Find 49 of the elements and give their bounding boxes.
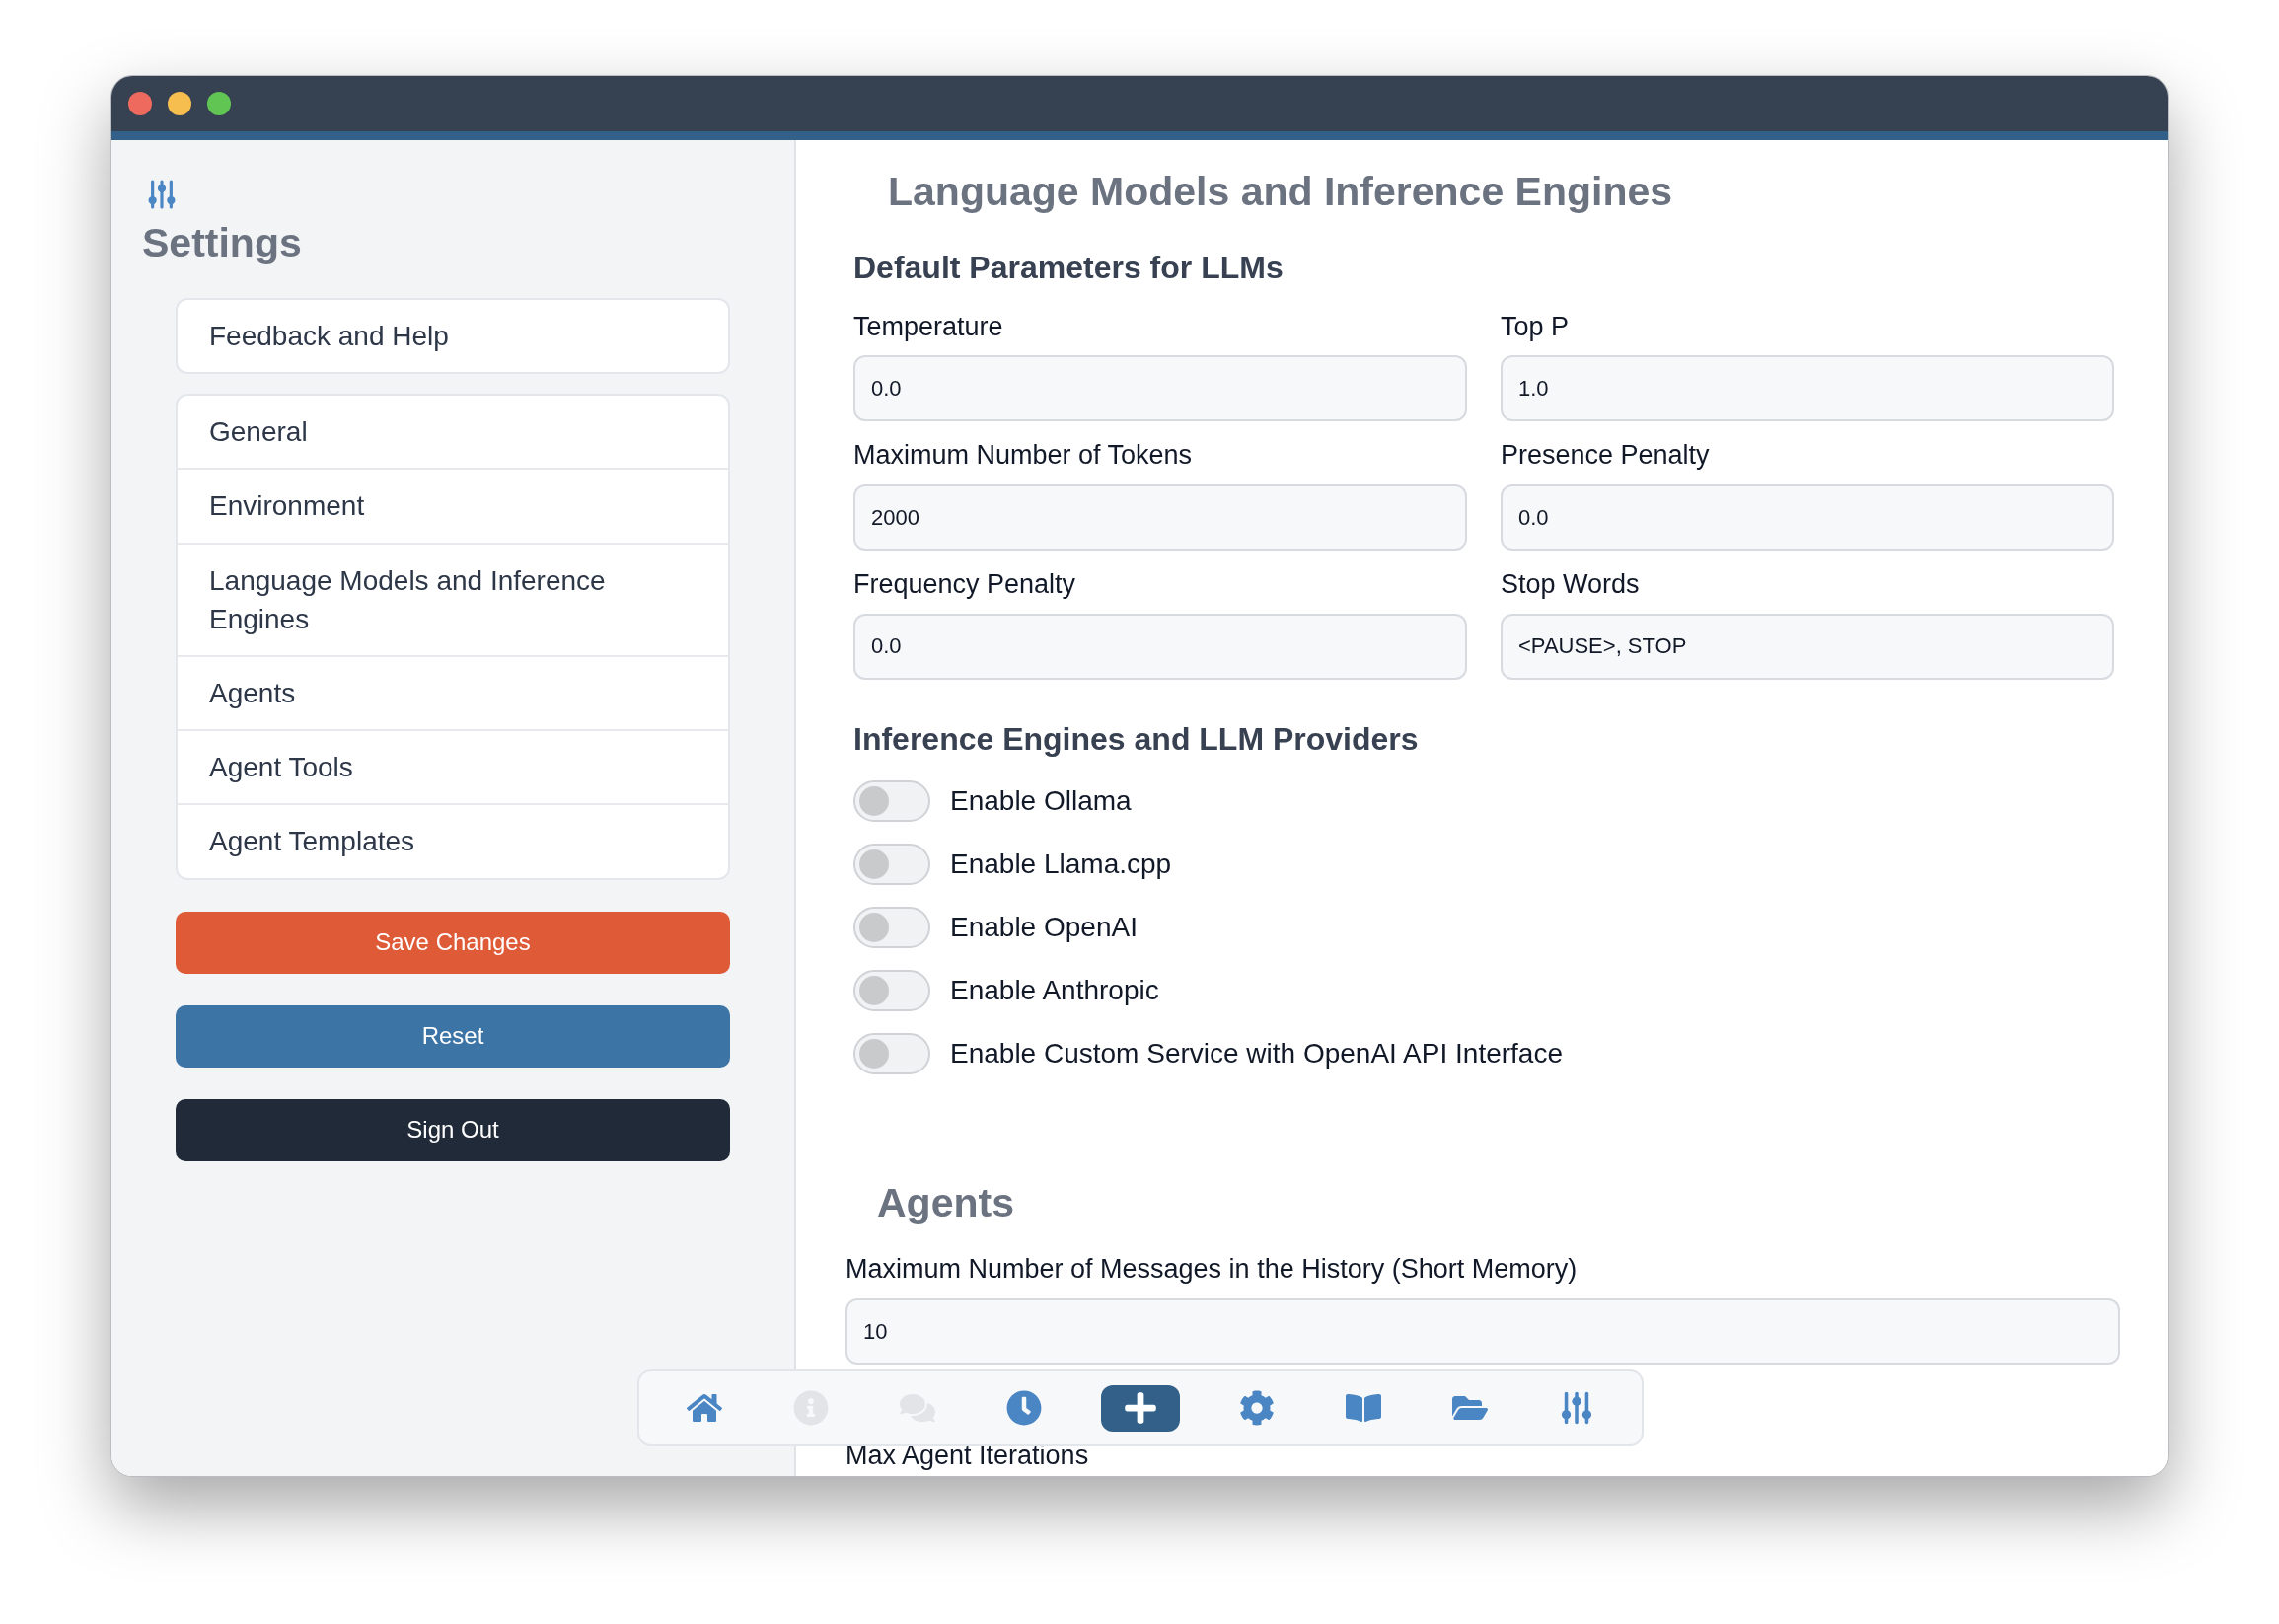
input-field[interactable]: 0.0 xyxy=(853,613,1467,680)
field-label: Maximum Number of Tokens xyxy=(853,439,1194,473)
menu-item[interactable]: Language Models and Inference Engines xyxy=(178,544,728,658)
field-label: Presence Penalty xyxy=(1501,439,1711,473)
menu-item[interactable]: Agent Templates xyxy=(178,805,728,878)
sidebar-title: Settings xyxy=(142,219,303,267)
clock-icon xyxy=(1006,1390,1042,1426)
action-button[interactable]: Reset xyxy=(176,1004,730,1068)
zoom-button[interactable] xyxy=(207,92,231,115)
menu-item[interactable]: General xyxy=(178,396,728,471)
menu-item[interactable]: Agent Tools xyxy=(178,731,728,806)
sliders-icon xyxy=(146,178,178,211)
field-label: Temperature xyxy=(853,310,1004,343)
toggle-switch[interactable] xyxy=(853,1032,930,1074)
input-field[interactable]: 2000 xyxy=(853,484,1467,551)
field-label: Frequency Penalty xyxy=(853,568,1077,601)
input-field[interactable]: <PAUSE>, STOP xyxy=(1501,613,2114,680)
field-label: Stop Words xyxy=(1501,568,1641,601)
section-heading: Inference Engines and LLM Providers xyxy=(853,719,1420,759)
action-button[interactable]: Sign Out xyxy=(176,1098,730,1161)
action-button[interactable]: Save Changes xyxy=(176,911,730,974)
menu-item[interactable]: Agents xyxy=(178,657,728,732)
minimize-button[interactable] xyxy=(168,92,191,115)
field-label: Max Agent Iterations xyxy=(845,1439,1090,1472)
section-title: Agents xyxy=(877,1178,1015,1227)
menu-item[interactable]: Environment xyxy=(178,470,728,545)
input-field[interactable]: 1.0 xyxy=(1501,355,2114,422)
input-field[interactable]: 0.0 xyxy=(853,355,1467,422)
toggle-label: Enable OpenAI xyxy=(950,910,1138,944)
toolbar-button[interactable] xyxy=(1101,1384,1180,1432)
close-button[interactable] xyxy=(128,92,152,115)
toggle-switch[interactable] xyxy=(853,843,930,885)
toggle-switch[interactable] xyxy=(853,969,930,1011)
input-field[interactable]: 10 xyxy=(845,1298,2120,1365)
input-field[interactable]: 0.0 xyxy=(1501,484,2114,551)
field-label: Top P xyxy=(1501,310,1571,343)
toggle-label: Enable Ollama xyxy=(950,783,1132,818)
sliders-icon xyxy=(1560,1389,1593,1427)
toggle-label: Enable Anthropic xyxy=(950,973,1159,1007)
field-label: Maximum Number of Messages in the History (Short Memory) xyxy=(845,1253,1579,1287)
toggle-label: Enable Llama.cpp xyxy=(950,847,1172,881)
menu-item[interactable]: Feedback and Help xyxy=(178,299,728,373)
settings-icon xyxy=(1239,1390,1275,1426)
page-title: Language Models and Inference Engines xyxy=(888,168,1674,216)
plus-icon xyxy=(1123,1390,1158,1426)
toggle-switch[interactable] xyxy=(853,779,930,822)
section-heading: Default Parameters for LLMs xyxy=(853,248,1285,287)
toggle-switch[interactable] xyxy=(853,906,930,948)
toggle-label: Enable Custom Service with OpenAI API Interface xyxy=(950,1036,1563,1070)
